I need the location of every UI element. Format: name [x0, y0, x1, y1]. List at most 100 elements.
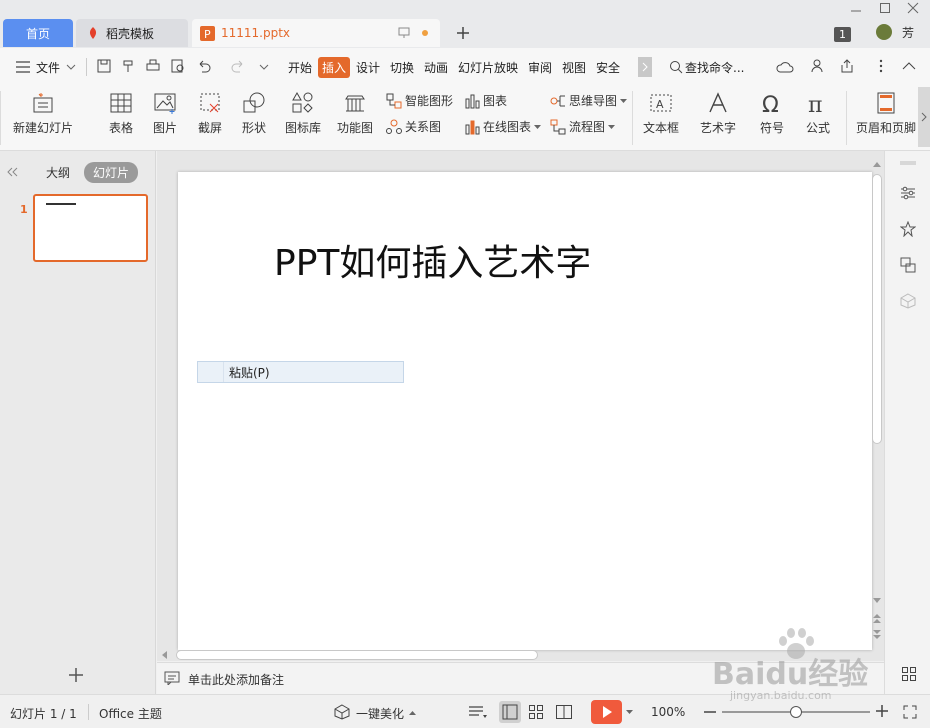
menu-transition[interactable]: 切换	[390, 59, 414, 76]
one-click-beautify[interactable]: 一键美化	[356, 705, 404, 722]
horizontal-scroll-thumb[interactable]	[176, 650, 538, 660]
3d-box-icon[interactable]	[900, 293, 916, 309]
picture-icon	[153, 91, 177, 115]
user-name[interactable]: 芳	[902, 24, 914, 41]
search-icon[interactable]	[669, 60, 683, 74]
menu-animation[interactable]: 动画	[424, 59, 448, 76]
slide-title-text[interactable]: PPT如何插入艺术字	[274, 234, 591, 286]
animation-icon[interactable]	[900, 221, 916, 237]
header-footer-button[interactable]: 页眉和页脚	[854, 91, 918, 136]
new-slide-button[interactable]: 新建幻灯片	[10, 91, 76, 136]
tab-outline[interactable]: 大纲	[46, 164, 70, 181]
menu-security[interactable]: 安全	[596, 59, 620, 76]
chevron-down-icon[interactable]	[626, 710, 633, 714]
collapse-panel-icon[interactable]	[6, 167, 18, 177]
close-icon[interactable]	[907, 2, 919, 14]
next-slide-icon[interactable]	[873, 630, 881, 640]
symbol-button[interactable]: Ω 符号	[754, 91, 790, 136]
tab-daoke-template[interactable]: 稻壳模板	[76, 19, 188, 47]
online-chart-button[interactable]: 在线图表	[464, 118, 542, 135]
scroll-up-icon[interactable]	[873, 162, 881, 167]
undo-icon[interactable]	[197, 59, 211, 73]
tab-home[interactable]: 首页	[3, 19, 73, 47]
relation-chart-button[interactable]: 关系图	[386, 118, 441, 135]
beautify-icon[interactable]	[334, 704, 350, 720]
chevron-down-icon[interactable]	[66, 64, 76, 70]
tab-document[interactable]: P 11111.pptx	[192, 19, 440, 47]
minimize-icon[interactable]	[850, 2, 862, 14]
play-slideshow-button[interactable]	[591, 700, 622, 724]
chevron-up-icon[interactable]	[409, 711, 416, 715]
reading-view-icon[interactable]	[556, 705, 572, 719]
cloud-sync-icon[interactable]	[776, 60, 794, 74]
normal-view-icon[interactable]	[499, 701, 521, 723]
quick-access-more-icon[interactable]	[259, 64, 269, 70]
theme-name[interactable]: Office 主题	[99, 705, 162, 722]
menu-view[interactable]: 视图	[562, 59, 586, 76]
header-footer-label: 页眉和页脚	[855, 121, 916, 135]
monitor-icon[interactable]	[398, 27, 410, 39]
notes-placeholder[interactable]: 单击此处添加备注	[188, 671, 284, 688]
smart-art-button[interactable]: 智能图形	[386, 92, 453, 109]
save-icon[interactable]	[97, 59, 111, 73]
file-menu[interactable]: 文件	[36, 59, 60, 76]
transition-icon[interactable]	[900, 257, 916, 273]
vertical-scroll-thumb[interactable]	[872, 174, 882, 444]
print-icon[interactable]	[146, 59, 160, 73]
previous-slide-icon[interactable]	[873, 614, 881, 624]
flow-chart-button[interactable]: 流程图	[550, 118, 616, 135]
tab-document-label: 11111.pptx	[221, 26, 291, 40]
shape-button[interactable]: 形状	[236, 91, 272, 136]
formula-button[interactable]: π 公式	[800, 91, 836, 136]
screenshot-button[interactable]: 截屏	[192, 91, 228, 136]
menu-overflow-icon[interactable]	[638, 57, 652, 77]
redo-icon[interactable]	[231, 59, 245, 73]
notes-toggle-icon[interactable]	[468, 705, 488, 719]
collapse-ribbon-icon[interactable]	[902, 62, 916, 70]
scroll-left-icon[interactable]	[162, 651, 167, 659]
chart-button[interactable]: 图表	[464, 92, 507, 109]
zoom-slider[interactable]	[722, 706, 870, 718]
add-slide-icon[interactable]	[68, 667, 84, 683]
fit-window-icon[interactable]	[903, 705, 917, 719]
zoom-in-icon[interactable]	[876, 705, 888, 717]
menu-insert[interactable]: 插入	[318, 57, 351, 78]
hamburger-icon[interactable]	[16, 61, 30, 73]
icon-library-button[interactable]: 图标库	[282, 91, 324, 136]
new-tab-icon[interactable]	[456, 26, 470, 40]
textbox-button[interactable]: A 文本框	[638, 91, 684, 136]
mind-map-button[interactable]: 思维导图	[550, 92, 628, 109]
share-icon[interactable]	[840, 59, 854, 73]
slide-thumbnail[interactable]	[33, 194, 148, 262]
slide-sorter-icon[interactable]	[529, 705, 543, 719]
table-button[interactable]: 表格	[103, 91, 139, 136]
tab-slides[interactable]: 幻灯片	[84, 162, 139, 183]
ribbon-scroll-right-icon[interactable]	[918, 87, 930, 147]
scroll-down-icon[interactable]	[873, 598, 881, 603]
menu-start[interactable]: 开始	[288, 59, 312, 76]
picture-button[interactable]: 图片	[147, 91, 183, 136]
menu-slideshow[interactable]: 幻灯片放映	[458, 59, 518, 76]
maximize-icon[interactable]	[879, 2, 891, 14]
pptx-file-icon: P	[200, 25, 215, 41]
zoom-slider-thumb[interactable]	[790, 706, 802, 718]
menu-review[interactable]: 审阅	[528, 59, 552, 76]
wordart-button[interactable]: 艺术字	[694, 91, 742, 136]
context-menu-paste[interactable]: 粘贴(P)	[229, 364, 270, 381]
menu-design[interactable]: 设计	[356, 59, 380, 76]
panel-handle-icon[interactable]	[900, 161, 916, 165]
zoom-level[interactable]: 100%	[651, 705, 685, 719]
print-preview-icon[interactable]	[171, 59, 185, 73]
avatar[interactable]	[876, 24, 892, 40]
context-menu-icon-gutter	[198, 362, 224, 382]
more-options-icon[interactable]	[879, 59, 883, 73]
properties-icon[interactable]	[900, 185, 916, 201]
share-user-icon[interactable]	[811, 59, 825, 73]
function-chart-button[interactable]: 功能图	[330, 91, 380, 136]
zoom-out-icon[interactable]	[704, 711, 716, 713]
vertical-scrollbar[interactable]	[870, 160, 884, 660]
window-count-badge[interactable]: 1	[834, 27, 851, 42]
command-search[interactable]: 查找命令...	[685, 59, 744, 76]
format-painter-icon[interactable]	[121, 59, 135, 73]
grid-view-icon[interactable]	[902, 667, 916, 681]
